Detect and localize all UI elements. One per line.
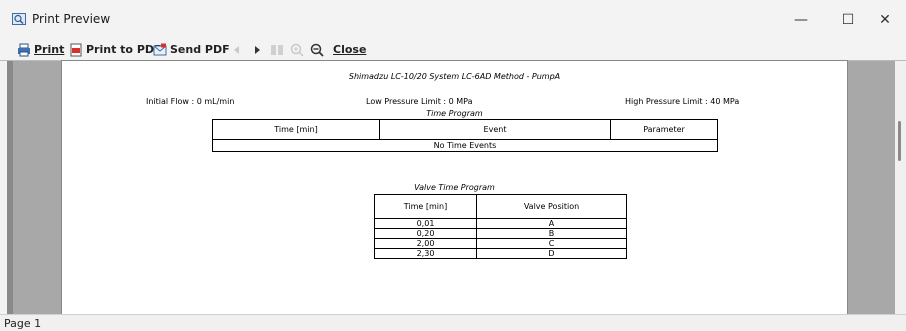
table-header-cell: Time [min] [374,194,477,219]
print-to-pdf-button[interactable]: Print to PDF [69,41,162,58]
table-header-row: Time [min] Event Parameter [212,119,718,140]
zoom-in-button[interactable] [290,41,304,58]
window-title: Print Preview [32,12,111,26]
close-button[interactable]: Close [333,41,366,58]
time-cell: 2,00 [374,238,477,249]
toolbar: Print Print to PDF Send PDF Close [0,40,906,61]
previous-page-button[interactable] [230,41,244,58]
document-header: Shimadzu LC-10/20 System LC-6AD Method -… [348,72,561,81]
close-window-button[interactable]: ✕ [862,6,906,34]
scrollbar-thumb[interactable] [898,121,901,161]
table-row: 2,30 D [374,248,627,259]
arrow-right-icon [255,45,260,54]
zoom-in-icon [290,43,304,57]
next-page-button[interactable] [250,41,264,58]
zoom-out-icon [310,43,324,57]
print-label: Print [34,43,65,56]
table-header-cell: Time [min] [212,119,380,140]
position-cell: A [476,218,627,229]
send-pdf-button[interactable]: Send PDF [153,41,230,58]
vertical-scrollbar[interactable] [895,61,906,314]
minimize-button[interactable]: — [778,6,824,34]
status-bar: Page 1 [0,314,906,331]
pdf-icon [70,43,82,56]
print-preview-icon [12,13,26,25]
preview-left-edge [7,61,13,314]
send-pdf-label: Send PDF [170,43,230,56]
close-label: Close [333,43,367,56]
print-to-pdf-label: Print to PDF [86,43,162,56]
position-cell: C [476,238,627,249]
printer-icon [18,43,30,56]
preview-area[interactable]: Shimadzu LC-10/20 System LC-6AD Method -… [7,61,895,314]
arrow-left-icon [234,45,239,54]
table-row: 0,01 A [374,218,627,229]
send-pdf-icon [153,43,167,55]
initial-flow: Initial Flow : 0 mL/min [146,97,235,106]
table-header-cell: Valve Position [476,194,627,219]
valve-program-title: Valve Time Program [414,183,495,192]
multi-page-button[interactable] [270,41,284,58]
time-program-title: Time Program [426,109,483,118]
page-indicator: Page 1 [4,317,42,330]
title-bar: Print Preview — ☐ ✕ [0,0,906,40]
time-program-table: Time [min] Event Parameter No Time Event… [212,119,718,152]
table-header-cell: Event [379,119,611,140]
multi-page-icon [271,44,283,55]
table-row: 0,20 B [374,228,627,239]
time-cell: 0,01 [374,218,477,229]
valve-program-table: Time [min] Valve Position 0,01 A 0,20 B … [374,194,627,259]
table-header-row: Time [min] Valve Position [374,194,627,219]
empty-message: No Time Events [212,139,718,152]
position-cell: B [476,228,627,239]
high-pressure-limit: High Pressure Limit : 40 MPa [625,97,740,106]
preview-page: Shimadzu LC-10/20 System LC-6AD Method -… [62,61,847,314]
zoom-out-button[interactable] [310,41,324,58]
print-button[interactable]: Print [17,41,64,58]
low-pressure-limit: Low Pressure Limit : 0 MPa [366,97,473,106]
table-header-cell: Parameter [610,119,718,140]
time-cell: 2,30 [374,248,477,259]
time-cell: 0,20 [374,228,477,239]
position-cell: D [476,248,627,259]
table-row: 2,00 C [374,238,627,249]
table-row: No Time Events [212,139,718,152]
